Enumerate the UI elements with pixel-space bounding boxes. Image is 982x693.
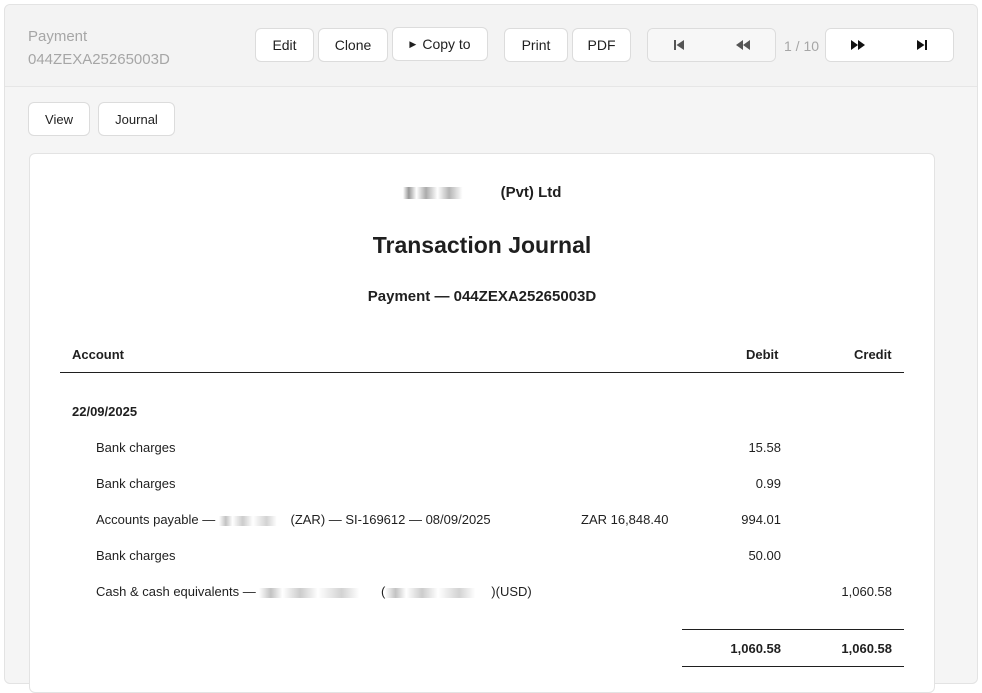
first-page-button[interactable]	[648, 29, 711, 61]
report-title: Transaction Journal	[372, 232, 592, 258]
clone-button[interactable]: Clone	[318, 28, 388, 62]
last-page-icon	[916, 40, 927, 50]
totals-top-rule	[682, 629, 904, 630]
document-title: Payment 044ZEXA25265003D	[28, 25, 170, 71]
page-indicator: 1 / 10	[784, 38, 820, 54]
app-frame: Payment 044ZEXA25265003D Edit Clone ▶ Co…	[4, 4, 978, 693]
table-row-account: Bank charges	[96, 440, 176, 455]
copy-to-label: Copy to	[422, 36, 471, 52]
tab-journal[interactable]: Journal	[98, 102, 175, 136]
table-row-account: Bank charges	[96, 476, 176, 491]
redacted-text	[402, 187, 499, 200]
pdf-button[interactable]: PDF	[572, 28, 631, 62]
company-name: (Pvt) Ltd	[30, 184, 934, 201]
toolbar: Payment 044ZEXA25265003D Edit Clone ▶ Co…	[5, 5, 977, 87]
column-header-credit: Credit	[854, 347, 892, 362]
table-row-debit: 15.58	[748, 440, 781, 455]
table-row-credit: 1,060.58	[841, 584, 892, 599]
previous-page-icon	[736, 40, 751, 50]
header-rule	[60, 372, 904, 373]
redacted-text	[385, 587, 492, 598]
table-row-debit: 0.99	[755, 476, 781, 491]
entry-date: 22/09/2025	[72, 404, 138, 419]
next-page-icon	[850, 40, 865, 50]
caret-right-icon: ▶	[409, 38, 417, 49]
first-page-icon	[674, 40, 685, 50]
account-prefix: Cash & cash equivalents —	[96, 584, 256, 599]
column-header-account: Account	[72, 347, 124, 362]
edit-button[interactable]: Edit	[255, 28, 314, 62]
last-page-button[interactable]	[890, 29, 953, 61]
table-row-debit: 50.00	[748, 548, 781, 563]
company-suffix: (Pvt) Ltd	[500, 184, 562, 201]
table-row-account: Accounts payable — (ZAR) — SI-169612 — 0…	[96, 512, 491, 527]
table-row-account: Bank charges	[96, 548, 176, 563]
previous-page-button[interactable]	[711, 29, 775, 61]
pager-forward-group	[825, 28, 954, 62]
print-button[interactable]: Print	[504, 28, 568, 62]
document-number: 044ZEXA25265003D	[28, 51, 170, 68]
pager-back-group	[647, 28, 776, 62]
report-subtitle: Payment — 044ZEXA25265003D	[367, 288, 597, 305]
account-suffix: (ZAR) — SI-169612 — 08/09/2025	[290, 512, 491, 527]
journal-document: (Pvt) Ltd Transaction Journal Payment — …	[29, 153, 935, 693]
column-header-debit: Debit	[746, 347, 779, 362]
copy-to-button[interactable]: ▶ Copy to	[392, 27, 488, 61]
account-prefix: Accounts payable —	[96, 512, 216, 527]
redacted-text	[218, 515, 287, 526]
redacted-text	[259, 587, 378, 598]
next-page-button[interactable]	[826, 29, 890, 61]
document-type: Payment	[28, 28, 88, 45]
totals-bottom-rule	[682, 666, 904, 667]
account-suffix: )(USD)	[491, 584, 532, 599]
total-credit: 1,060.58	[841, 641, 892, 656]
tab-view[interactable]: View	[28, 102, 90, 136]
table-row-debit: 994.01	[741, 512, 781, 527]
table-row-foreign-amount: ZAR 16,848.40	[581, 512, 669, 527]
total-debit: 1,060.58	[730, 641, 781, 656]
table-row-account: Cash & cash equivalents — ()(USD)	[96, 584, 532, 599]
